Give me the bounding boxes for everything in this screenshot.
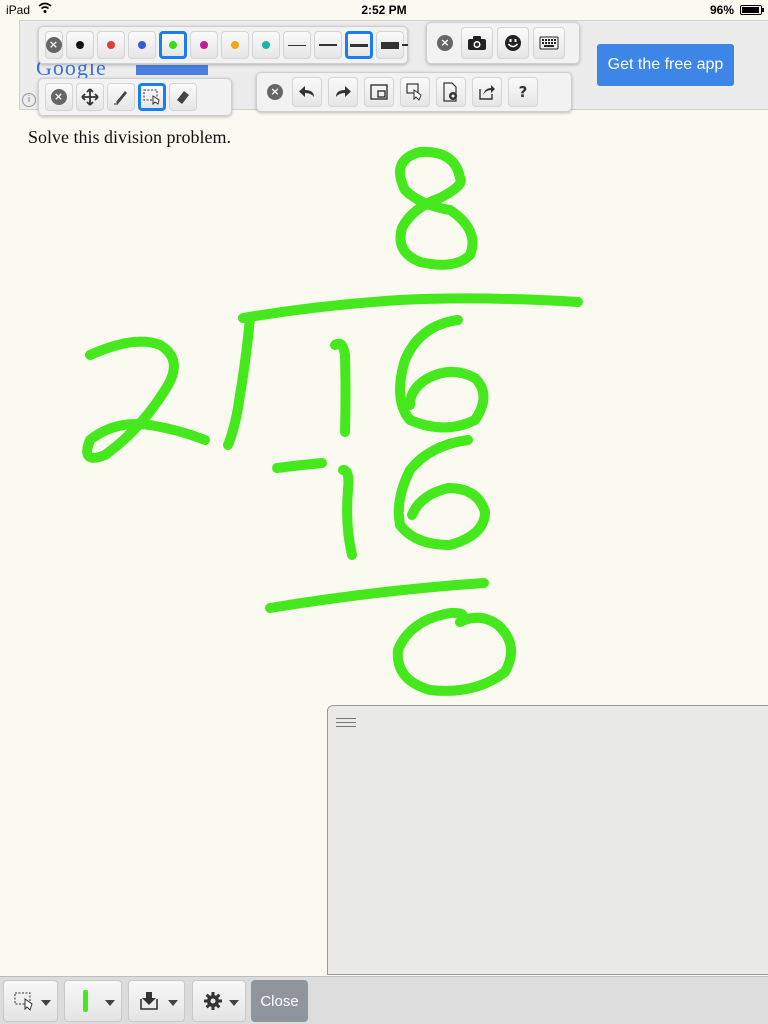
eraser-icon: [176, 91, 189, 104]
help-button[interactable]: ?: [508, 77, 538, 107]
line-width-thin-button[interactable]: [282, 31, 311, 59]
floating-panel[interactable]: [327, 705, 768, 975]
actions-toolbar-close-button[interactable]: ×: [264, 77, 286, 107]
line-width-icon: [349, 43, 368, 47]
close-icon: ×: [437, 35, 453, 51]
ink-stroke-digit-1-bottom: [338, 465, 357, 560]
share-icon: [479, 85, 495, 100]
select-icon: [143, 89, 160, 106]
resize-window-button[interactable]: [364, 77, 394, 107]
import-button[interactable]: [128, 980, 185, 1022]
undo-button[interactable]: [292, 77, 322, 107]
page-settings-button[interactable]: [436, 77, 466, 107]
pen-color-button[interactable]: [64, 980, 122, 1022]
ink-stroke-result-line: [265, 578, 489, 613]
ad-info-icon[interactable]: i: [22, 93, 36, 107]
line-width-medium-button[interactable]: [313, 31, 342, 59]
chevron-down-icon: [229, 1000, 239, 1006]
move-icon: [80, 88, 99, 106]
import-icon: [140, 992, 158, 1010]
camera-button[interactable]: [461, 27, 493, 59]
battery-icon: [740, 5, 764, 15]
settings-button[interactable]: [192, 980, 246, 1022]
ad-graphic: [136, 65, 208, 75]
line-width-thick-button[interactable]: [344, 31, 373, 59]
ink-stroke-digit-1-top: [330, 338, 351, 437]
ink-stroke-bracket-side: [223, 313, 255, 450]
ink-stroke-digit-6-bottom: [393, 435, 490, 550]
smiley-icon: [505, 35, 521, 51]
keyboard-button[interactable]: [533, 27, 565, 59]
color-swatch-icon: [137, 41, 146, 49]
resize-window-icon: [370, 84, 388, 100]
close-icon: ×: [267, 84, 283, 100]
get-free-app-button[interactable]: Get the free app: [597, 44, 734, 86]
keyboard-icon: [539, 36, 559, 50]
emoji-button[interactable]: [497, 27, 529, 59]
media-toolbar-close-button[interactable]: ×: [433, 27, 457, 59]
color-swatch-icon: [106, 41, 115, 49]
share-button[interactable]: [472, 77, 502, 107]
selection-mode-button[interactable]: [3, 980, 58, 1022]
line-width-icon: [287, 44, 306, 46]
color-toolbar-close-button[interactable]: ×: [44, 31, 63, 59]
ink-stroke-digit-0: [392, 607, 517, 696]
undo-icon: [299, 86, 314, 97]
drag-handle-icon[interactable]: [336, 718, 356, 728]
tools-toolbar: ×: [38, 78, 232, 116]
settings-icon: [204, 992, 222, 1010]
actions-toolbar: × ?: [256, 72, 572, 112]
ink-stroke-digit-2: [82, 336, 210, 463]
redo-button[interactable]: [328, 77, 358, 107]
close-button[interactable]: Close: [251, 980, 308, 1022]
touch-select-button[interactable]: [400, 77, 430, 107]
color-swatch-icon: [230, 41, 239, 49]
color-swatch-icon: [199, 41, 208, 49]
eraser-tool-button[interactable]: [168, 83, 197, 111]
move-tool-button[interactable]: [75, 83, 104, 111]
dash-icon: [402, 44, 408, 46]
status-bar: iPad 2:52 PM 96%: [0, 0, 768, 20]
ink-stroke-digit-6-top: [395, 315, 489, 433]
chevron-down-icon: [168, 1000, 178, 1006]
color-swatch-icon: [168, 41, 177, 49]
bottom-toolbar: Close: [0, 976, 768, 1024]
color-red-button[interactable]: [96, 31, 125, 59]
color-swatch-icon: [261, 41, 270, 49]
tools-toolbar-close-button[interactable]: ×: [44, 83, 73, 111]
line-width-extra-thick-button[interactable]: [375, 31, 404, 59]
close-icon: ×: [50, 89, 67, 105]
close-icon: ×: [45, 37, 62, 53]
problem-prompt: Solve this division problem.: [28, 127, 232, 147]
ink-stroke-digit-8: [395, 146, 478, 270]
media-toolbar: ×: [426, 22, 580, 64]
pen-icon: [113, 91, 127, 105]
camera-icon: [468, 36, 486, 50]
ink-stroke-bracket-top: [238, 293, 583, 323]
chevron-down-icon: [41, 1000, 51, 1006]
color-blue-button[interactable]: [127, 31, 156, 59]
touch-select-icon: [406, 83, 422, 101]
ink-stroke-minus: [272, 458, 327, 473]
line-width-icon: [380, 41, 399, 49]
pen-color-icon: [83, 990, 88, 1012]
help-icon: ?: [518, 83, 528, 101]
color-swatch-icon: [75, 41, 84, 49]
redo-icon: [336, 86, 351, 97]
pen-tool-button[interactable]: [106, 83, 135, 111]
page-settings-icon: [443, 82, 457, 102]
color-green-button[interactable]: [158, 31, 187, 59]
select-tool-button[interactable]: [137, 83, 166, 111]
chevron-down-icon: [105, 1000, 115, 1006]
select-icon: [14, 992, 33, 1011]
color-orange-button[interactable]: [220, 31, 249, 59]
color-black-button[interactable]: [65, 31, 94, 59]
battery-percent: 96%: [709, 3, 734, 17]
line-width-icon: [318, 44, 337, 46]
color-toolbar: ×: [38, 26, 408, 64]
color-magenta-button[interactable]: [189, 31, 218, 59]
color-teal-button[interactable]: [251, 31, 280, 59]
clock: 2:52 PM: [361, 3, 407, 17]
